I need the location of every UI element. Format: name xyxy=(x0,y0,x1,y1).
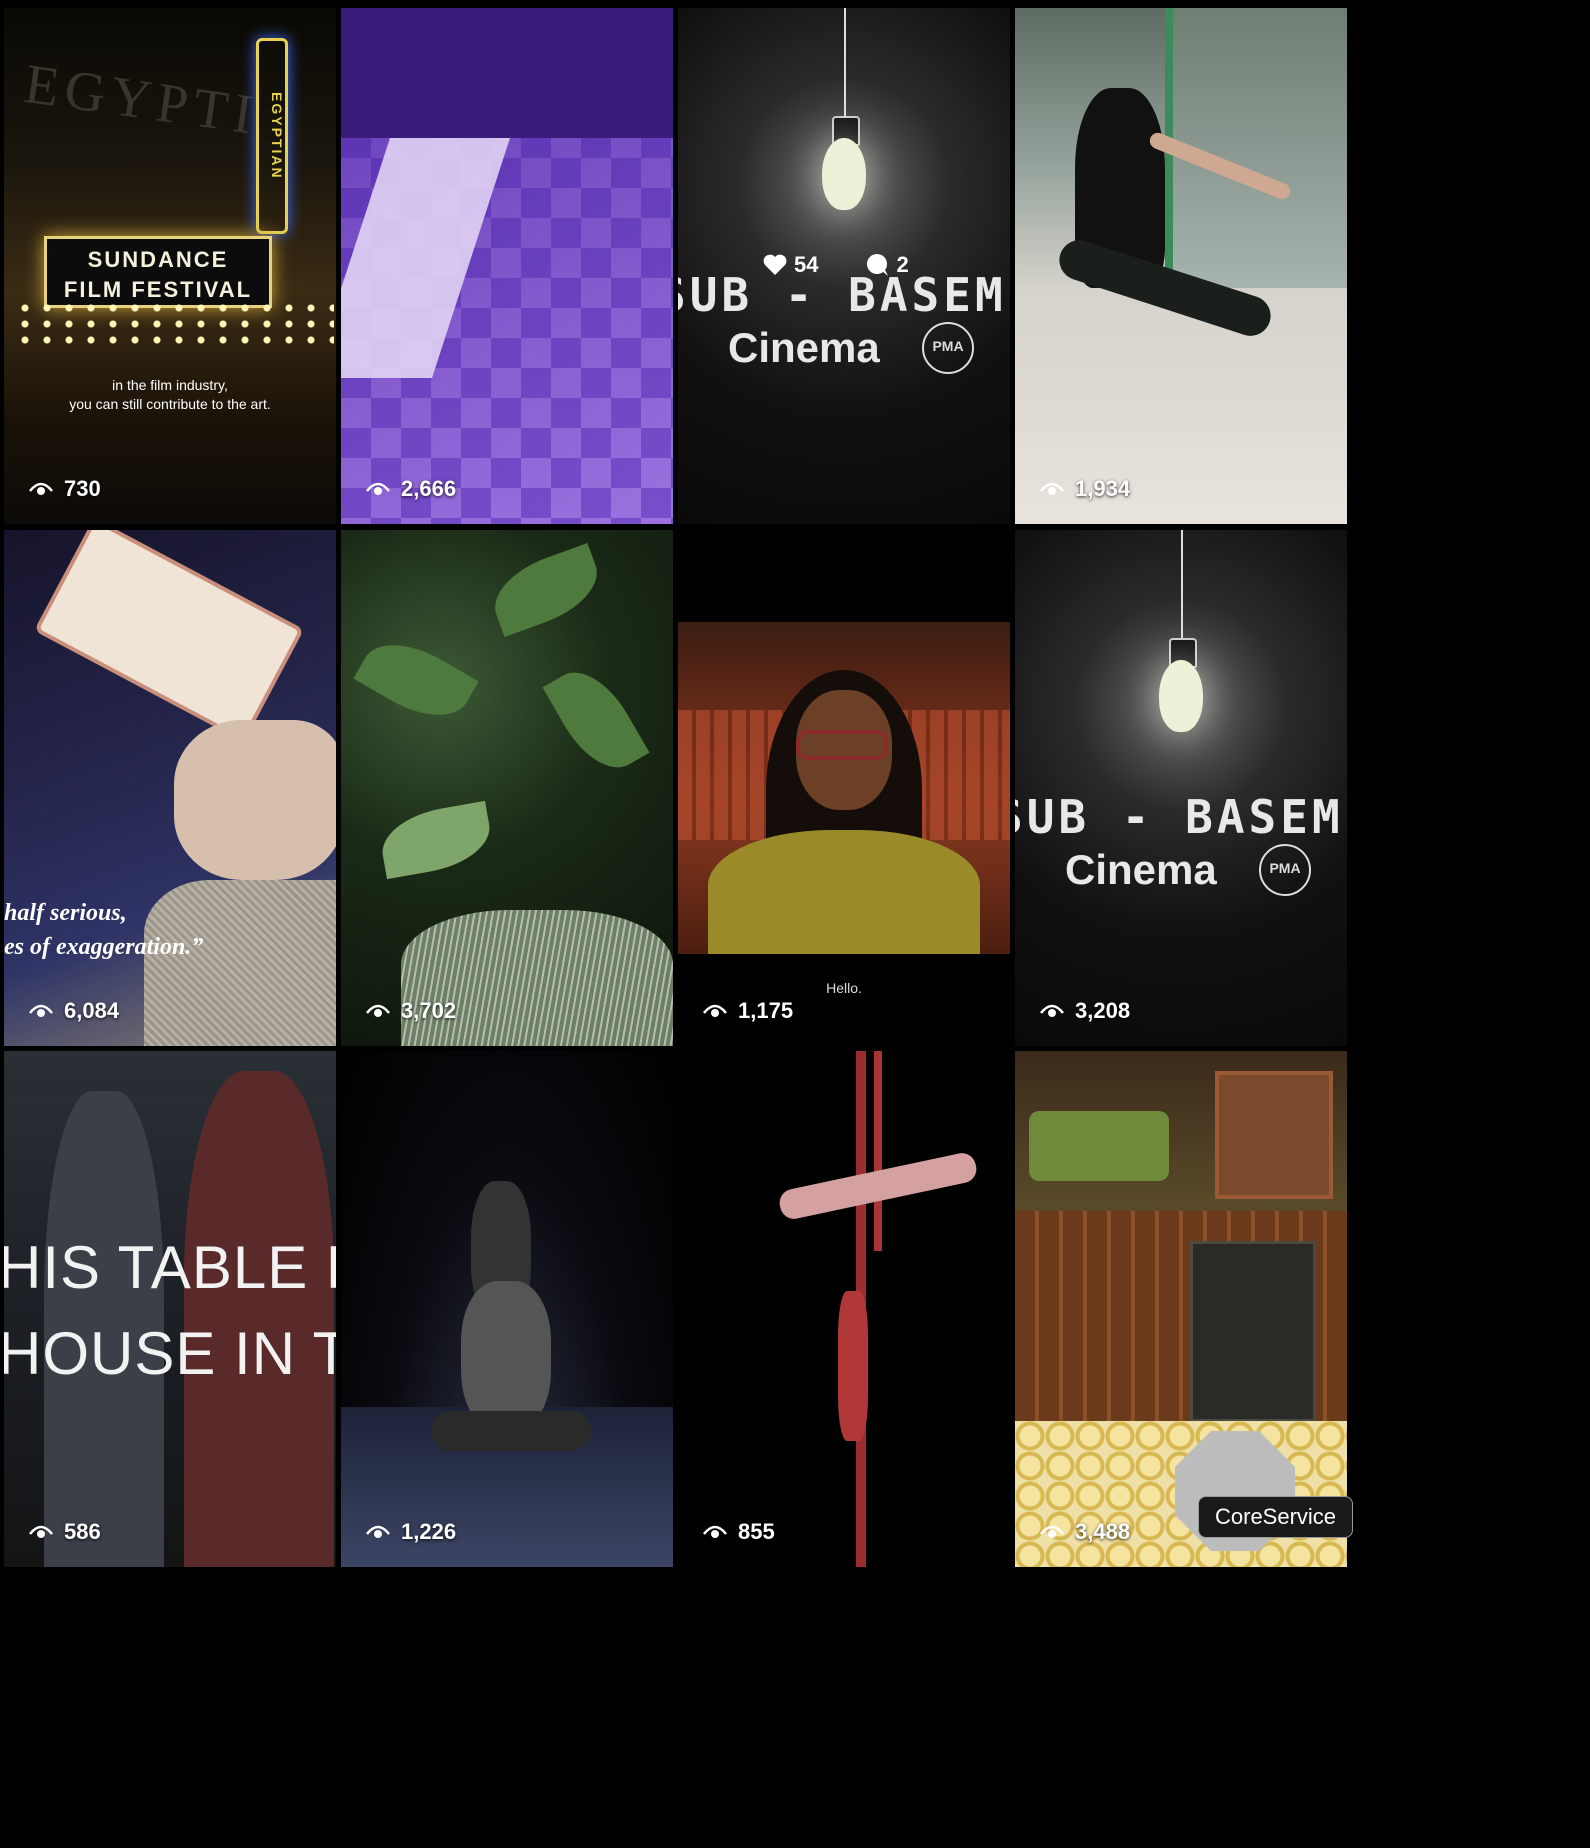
view-count-value: 3,488 xyxy=(1075,1519,1131,1544)
eye-icon xyxy=(703,1525,727,1538)
caption: in the film industry, you can still cont… xyxy=(4,376,336,414)
thumbnail-fireplace xyxy=(1215,1071,1333,1199)
thumbnail-photo xyxy=(678,622,1010,954)
caption-line-2: you can still contribute to the art. xyxy=(69,396,271,412)
eye-icon xyxy=(366,482,390,495)
view-count: 3,702 xyxy=(365,998,456,1024)
marquee: SUNDANCE FILM FESTIVAL xyxy=(44,236,272,308)
view-count: 6,084 xyxy=(28,998,119,1024)
eye-icon xyxy=(29,1004,53,1017)
video-grid: EGYPTI EGYPTIAN SUNDANCE FILM FESTIVAL i… xyxy=(0,0,1349,1568)
video-tile-5[interactable]: half serious, es of exaggeration.” 6,084 xyxy=(4,530,336,1046)
view-count: 855 xyxy=(702,1519,775,1545)
view-count-value: 2,666 xyxy=(401,476,457,501)
view-count-value: 730 xyxy=(64,476,101,501)
thumbnail-glasses xyxy=(796,730,888,760)
video-tile-8[interactable]: SUB - BASEMENT Cinema PMA 3,208 xyxy=(1015,530,1347,1046)
thumbnail-hand xyxy=(174,720,336,880)
view-count: 3,488 xyxy=(1039,1519,1130,1545)
eye-icon xyxy=(703,1004,727,1017)
thumbnail-wall xyxy=(341,8,673,138)
egyptian-sign: EGYPTIAN xyxy=(256,38,288,234)
view-count: 730 xyxy=(28,476,101,502)
overlay-text-line-2: HOUSE IN T xyxy=(4,1320,336,1387)
eye-icon xyxy=(1040,482,1064,495)
view-count-value: 586 xyxy=(64,1519,101,1544)
video-tile-4[interactable]: 1,934 xyxy=(1015,8,1347,524)
eye-icon xyxy=(29,1525,53,1538)
thumbnail-couch xyxy=(1029,1111,1169,1181)
overlay-text-line-1: HIS TABLE HA xyxy=(4,1234,336,1301)
view-count-value: 3,702 xyxy=(401,998,457,1023)
view-count-value: 1,934 xyxy=(1075,476,1131,501)
title-line-2: Cinema xyxy=(1065,846,1217,893)
thumbnail-jacket xyxy=(708,830,980,954)
view-count-value: 1,226 xyxy=(401,1519,457,1544)
title-line-1: SUB - BASEMENT xyxy=(1015,790,1347,844)
title-line-2: Cinema xyxy=(728,324,880,371)
view-count-value: 3,208 xyxy=(1075,998,1131,1023)
video-tile-6[interactable]: 3,702 xyxy=(341,530,673,1046)
video-tile-11[interactable]: 855 xyxy=(678,1051,1010,1567)
quote-line-2: es of exaggeration.” xyxy=(4,934,204,960)
view-count-value: 6,084 xyxy=(64,998,120,1023)
view-count: 586 xyxy=(28,1519,101,1545)
eye-icon xyxy=(366,1004,390,1017)
tooltip: CoreService xyxy=(1198,1496,1354,1538)
marquee-lights xyxy=(14,300,334,350)
thumbnail-silk xyxy=(874,1051,882,1251)
caption-line-1: in the film industry, xyxy=(112,377,228,393)
view-count-value: 855 xyxy=(738,1519,775,1544)
quote-text: half serious, es of exaggeration.” xyxy=(4,896,203,964)
view-count: 2,666 xyxy=(365,476,456,502)
video-tile-2[interactable]: 2,666 xyxy=(341,8,673,524)
view-count: 1,175 xyxy=(702,998,793,1024)
comment-count: 2 xyxy=(864,252,909,278)
video-tile-1[interactable]: EGYPTI EGYPTIAN SUNDANCE FILM FESTIVAL i… xyxy=(4,8,336,524)
view-count: 1,226 xyxy=(365,1519,456,1545)
like-count: 54 xyxy=(762,252,818,278)
pma-logo: PMA xyxy=(922,322,974,374)
thumbnail-grass xyxy=(401,910,673,1046)
thumbnail-dancer-legs xyxy=(431,1411,591,1451)
thumbnail-door xyxy=(1190,1241,1316,1422)
eye-icon xyxy=(1040,1004,1064,1017)
video-tile-10[interactable]: 1,226 xyxy=(341,1051,673,1567)
marquee-line-1: SUNDANCE xyxy=(87,247,229,272)
video-tile-12[interactable]: 3,488 xyxy=(1015,1051,1347,1567)
video-tile-9[interactable]: HIS TABLE HA HOUSE IN T 586 xyxy=(4,1051,336,1567)
lightbulb xyxy=(822,138,866,210)
thumbnail-silk-wrap xyxy=(838,1291,868,1441)
hover-stats: 54 2 xyxy=(762,252,909,278)
video-tile-3[interactable]: SUB - BASEMENT Cinema PMA 54 2 xyxy=(678,8,1010,524)
thumbnail-dancer xyxy=(461,1281,551,1431)
like-count-value: 54 xyxy=(794,252,819,277)
view-count-value: 1,175 xyxy=(738,998,794,1023)
bulb-cord xyxy=(1181,530,1183,640)
comment-icon xyxy=(867,254,889,276)
heart-icon xyxy=(763,254,787,275)
comment-count-value: 2 xyxy=(896,252,909,277)
video-tile-7[interactable]: Hello. 1,175 xyxy=(678,530,1010,1046)
lightbulb xyxy=(1159,660,1203,732)
pma-logo: PMA xyxy=(1259,844,1311,896)
bulb-cord xyxy=(844,8,846,118)
eye-icon xyxy=(29,482,53,495)
view-count: 1,934 xyxy=(1039,476,1130,502)
quote-line-1: half serious, xyxy=(4,900,127,926)
eye-icon xyxy=(366,1525,390,1538)
view-count: 3,208 xyxy=(1039,998,1130,1024)
eye-icon xyxy=(1040,1525,1064,1538)
caption: Hello. xyxy=(826,980,862,996)
